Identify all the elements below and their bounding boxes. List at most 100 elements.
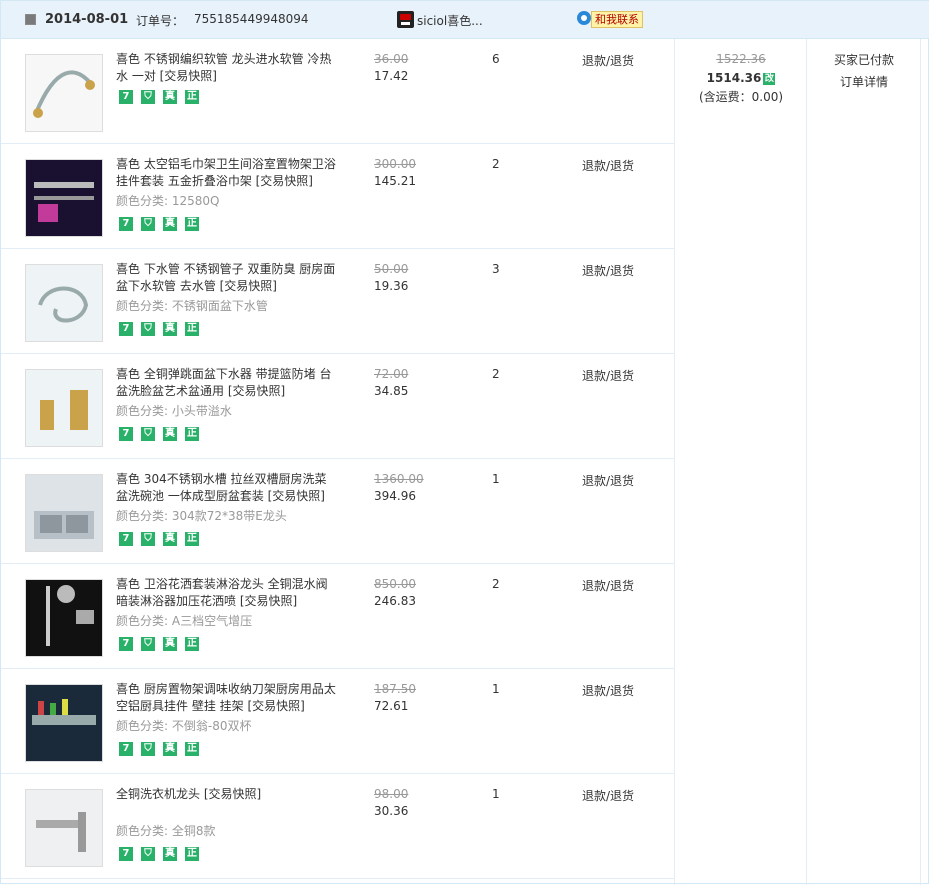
product-thumbnail[interactable] bbox=[25, 264, 103, 342]
seven-day-return-icon: 7 bbox=[119, 847, 133, 861]
order-item-row: 喜色 全铜弹跳面盆下水器 带提篮防堵 台盆洗脸盆艺术盆通用 [交易快照] 颜色分类… bbox=[1, 354, 674, 459]
status-text: 买家已付款 bbox=[833, 53, 894, 67]
product-thumbnail[interactable] bbox=[25, 369, 103, 447]
product-title-link[interactable]: 喜色 太空铝毛巾架卫生间浴室置物架卫浴挂件套装 五金折叠浴巾架 [交易快照] bbox=[116, 156, 338, 190]
order-card: 2014-08-01 订单号： 755185449948094 siciol喜色… bbox=[0, 0, 929, 885]
unit-price: 19.36 bbox=[374, 279, 409, 293]
refund-return-link[interactable]: 退款/退货 bbox=[582, 262, 634, 279]
product-title-link[interactable]: 喜色 不锈钢编织软管 龙头进水软管 冷热水 一对 [交易快照] bbox=[116, 51, 338, 85]
price-edit-icon[interactable]: 改 bbox=[763, 72, 776, 85]
quantity: 2 bbox=[492, 367, 500, 381]
column-divider bbox=[674, 39, 675, 885]
refund-return-link[interactable]: 退款/退货 bbox=[582, 682, 634, 699]
product-title-link[interactable]: 喜色 304不锈钢水槽 拉丝双槽厨房洗菜盆洗碗池 一体成型厨盆套装 [交易快照] bbox=[116, 471, 338, 505]
unit-price: 17.42 bbox=[374, 69, 409, 83]
product-thumbnail[interactable] bbox=[25, 159, 103, 237]
service-badges: 7 ⛉ 真正 bbox=[119, 90, 207, 104]
unit-price: 30.36 bbox=[374, 804, 409, 818]
shop-icon bbox=[397, 11, 414, 28]
product-title-link[interactable]: 喜色 全铜弹跳面盆下水器 带提篮防堵 台盆洗脸盆艺术盆通用 [交易快照] bbox=[116, 366, 338, 400]
service-badges: 7 ⛉ 真正 bbox=[119, 217, 207, 231]
authentic-icon: 真 bbox=[163, 322, 177, 336]
consumer-protection-icon: ⛉ bbox=[141, 742, 155, 756]
unit-price: 246.83 bbox=[374, 594, 416, 608]
genuine-icon: 正 bbox=[185, 847, 199, 861]
genuine-icon: 正 bbox=[185, 742, 199, 756]
original-price: 36.00 bbox=[374, 52, 409, 66]
actual-total-value: 1514.36 bbox=[706, 71, 762, 85]
service-badges: 7 ⛉ 真正 bbox=[119, 637, 207, 651]
seven-day-return-icon: 7 bbox=[119, 637, 133, 651]
product-sku: 颜色分类: A三档空气增压 bbox=[116, 614, 253, 628]
original-price: 72.00 bbox=[374, 367, 409, 381]
seven-day-return-icon: 7 bbox=[119, 532, 133, 546]
order-header: 2014-08-01 订单号： 755185449948094 siciol喜色… bbox=[1, 1, 929, 39]
shipping-fee: (含运费：0.00) bbox=[698, 90, 784, 104]
product-sku: 颜色分类: 304款72*38带E龙头 bbox=[116, 509, 287, 523]
authentic-icon: 真 bbox=[163, 637, 177, 651]
product-thumbnail[interactable] bbox=[25, 684, 103, 762]
quantity: 6 bbox=[492, 52, 500, 66]
order-status: 买家已付款 订单详情 bbox=[807, 39, 921, 90]
order-item-row: 全铜洗衣机龙头 [交易快照] 颜色分类: 全铜8款 7 ⛉ 真正 98.00 30.36 1 退… bbox=[1, 774, 674, 879]
quantity: 2 bbox=[492, 577, 500, 591]
unit-price: 145.21 bbox=[374, 174, 416, 188]
product-thumbnail[interactable] bbox=[25, 54, 103, 132]
genuine-icon: 正 bbox=[185, 322, 199, 336]
shop-name-link[interactable]: siciol喜色... bbox=[417, 12, 483, 29]
consumer-protection-icon: ⛉ bbox=[141, 322, 155, 336]
actual-total: 1514.36 改 bbox=[675, 71, 807, 85]
service-badges: 7 ⛉ 真正 bbox=[119, 847, 207, 861]
unit-price: 72.61 bbox=[374, 699, 409, 713]
refund-return-link[interactable]: 退款/退货 bbox=[582, 367, 634, 384]
order-number-label: 订单号： bbox=[136, 14, 185, 28]
product-title-link[interactable]: 喜色 下水管 不锈钢管子 双重防臭 厨房面盆下水软管 去水管 [交易快照] bbox=[116, 261, 338, 295]
original-price: 1360.00 bbox=[374, 472, 424, 486]
service-badges: 7 ⛉ 真正 bbox=[119, 322, 207, 336]
quantity: 1 bbox=[492, 472, 500, 486]
original-total: 1522.36 bbox=[716, 52, 766, 66]
refund-return-link[interactable]: 退款/退货 bbox=[582, 787, 634, 804]
authentic-icon: 真 bbox=[163, 90, 177, 104]
genuine-icon: 正 bbox=[185, 90, 199, 104]
consumer-protection-icon: ⛉ bbox=[141, 847, 155, 861]
quantity: 2 bbox=[492, 157, 500, 171]
product-title-link[interactable]: 喜色 厨房置物架调味收纳刀架厨房用品太空铝厨具挂件 壁挂 挂架 [交易快照] bbox=[116, 681, 338, 715]
consumer-protection-icon: ⛉ bbox=[141, 217, 155, 231]
chat-icon bbox=[577, 11, 591, 25]
seven-day-return-icon: 7 bbox=[119, 322, 133, 336]
service-badges: 7 ⛉ 真正 bbox=[119, 427, 207, 441]
product-thumbnail[interactable] bbox=[25, 789, 103, 867]
refund-return-link[interactable]: 退款/退货 bbox=[582, 472, 634, 489]
unit-price: 34.85 bbox=[374, 384, 409, 398]
product-thumbnail[interactable] bbox=[25, 579, 103, 657]
refund-return-link[interactable]: 退款/退货 bbox=[582, 157, 634, 174]
original-price: 187.50 bbox=[374, 682, 416, 696]
authentic-icon: 真 bbox=[163, 847, 177, 861]
order-detail-link[interactable]: 订单详情 bbox=[807, 73, 921, 90]
consumer-protection-icon: ⛉ bbox=[141, 637, 155, 651]
genuine-icon: 正 bbox=[185, 217, 199, 231]
seven-day-return-icon: 7 bbox=[119, 90, 133, 104]
refund-return-link[interactable]: 退款/退货 bbox=[582, 577, 634, 594]
order-item-row: 喜色 不锈钢编织软管 龙头进水软管 冷热水 一对 [交易快照] 7 ⛉ 真正 36.00… bbox=[1, 39, 674, 144]
original-price: 300.00 bbox=[374, 157, 416, 171]
product-sku: 颜色分类: 小头带溢水 bbox=[116, 404, 232, 418]
product-thumbnail[interactable] bbox=[25, 474, 103, 552]
order-item-row: 喜色 下水管 不锈钢管子 双重防臭 厨房面盆下水软管 去水管 [交易快照] 颜色分… bbox=[1, 249, 674, 354]
original-price: 98.00 bbox=[374, 787, 409, 801]
authentic-icon: 真 bbox=[163, 217, 177, 231]
product-sku: 颜色分类: 12580Q bbox=[116, 194, 220, 208]
seven-day-return-icon: 7 bbox=[119, 217, 133, 231]
product-sku: 颜色分类: 全铜8款 bbox=[116, 824, 216, 838]
product-title-link[interactable]: 全铜洗衣机龙头 [交易快照] bbox=[116, 786, 338, 803]
product-sku: 颜色分类: 不锈钢面盆下水管 bbox=[116, 299, 268, 313]
order-item-row: 喜色 卫浴花洒套装淋浴龙头 全铜混水阀暗装淋浴器加压花洒喷 [交易快照] 颜色分类… bbox=[1, 564, 674, 669]
order-date: 2014-08-01 bbox=[45, 12, 129, 27]
order-checkbox[interactable] bbox=[25, 14, 36, 25]
product-title-link[interactable]: 喜色 卫浴花洒套装淋浴龙头 全铜混水阀暗装淋浴器加压花洒喷 [交易快照] bbox=[116, 576, 338, 610]
quantity: 3 bbox=[492, 262, 500, 276]
refund-return-link[interactable]: 退款/退货 bbox=[582, 52, 634, 69]
genuine-icon: 正 bbox=[185, 532, 199, 546]
seven-day-return-icon: 7 bbox=[119, 742, 133, 756]
